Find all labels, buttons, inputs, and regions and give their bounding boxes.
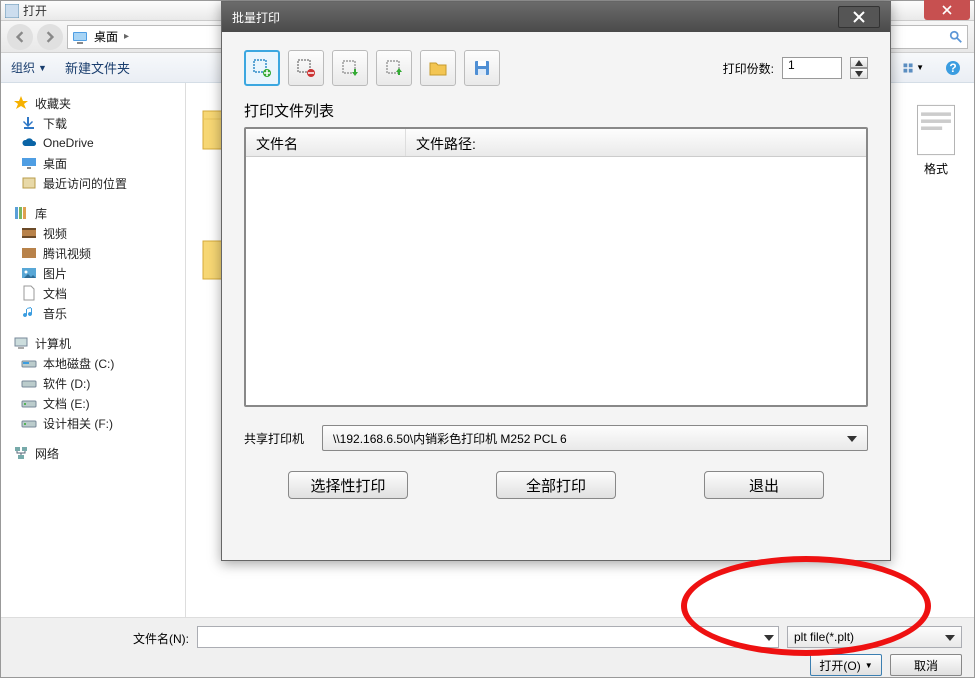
sidebar-item-drive-c[interactable]: 本地磁盘 (C:) xyxy=(9,353,183,373)
sidebar-computer-header[interactable]: 计算机 xyxy=(9,333,183,353)
desktop-icon xyxy=(72,29,88,45)
file-list[interactable]: 文件名 文件路径: xyxy=(244,127,868,407)
copies-input[interactable]: 1 xyxy=(782,57,842,79)
download-icon xyxy=(21,115,37,131)
music-icon xyxy=(21,305,37,321)
sidebar-item-videos[interactable]: 视频 xyxy=(9,223,183,243)
library-icon xyxy=(13,205,29,221)
new-folder-button[interactable]: 新建文件夹 xyxy=(65,58,130,77)
sidebar-item-drive-f[interactable]: 设计相关 (F:) xyxy=(9,413,183,433)
shared-printer-label: 共享打印机 xyxy=(244,430,304,447)
print-all-button[interactable]: 全部打印 xyxy=(496,471,616,499)
open-title: 打开 xyxy=(23,2,47,19)
chevron-down-icon xyxy=(847,431,857,445)
drive-icon xyxy=(21,415,37,431)
printer-select[interactable]: \\192.168.6.50\内销彩色打印机 M252 PCL 6 xyxy=(322,425,868,451)
svg-text:?: ? xyxy=(949,61,956,75)
sidebar-favorites-header[interactable]: 收藏夹 xyxy=(9,93,183,113)
sidebar-item-drive-d[interactable]: 软件 (D:) xyxy=(9,373,183,393)
view-options-button[interactable]: ▼ xyxy=(902,57,924,79)
selective-print-button[interactable]: 选择性打印 xyxy=(288,471,408,499)
video-icon xyxy=(21,245,37,261)
video-icon xyxy=(21,225,37,241)
copies-spinner xyxy=(850,57,868,79)
file-list-label: 打印文件列表 xyxy=(244,100,868,121)
computer-icon xyxy=(13,335,29,351)
batch-toolbar: 打印份数: 1 xyxy=(244,50,868,86)
sidebar-item-downloads[interactable]: 下载 xyxy=(9,113,183,133)
cancel-button[interactable]: 取消 xyxy=(890,654,962,676)
sidebar-item-desktop[interactable]: 桌面 xyxy=(9,153,183,173)
file-icon xyxy=(914,103,958,157)
organize-menu[interactable]: 组织 ▼ xyxy=(11,59,47,76)
chevron-down-icon xyxy=(945,630,955,644)
network-icon xyxy=(13,445,29,461)
drive-icon xyxy=(21,355,37,371)
forward-button[interactable] xyxy=(37,24,63,50)
file-item-label: 格式 xyxy=(906,160,966,177)
copies-label: 打印份数: xyxy=(723,60,774,77)
col-filename[interactable]: 文件名 xyxy=(246,129,406,156)
star-icon xyxy=(13,95,29,111)
sidebar-item-drive-e[interactable]: 文档 (E:) xyxy=(9,393,183,413)
sidebar: 收藏夹 下载 OneDrive 桌面 最近访问的位置 库 视频 腾讯视频 图片 … xyxy=(1,83,186,617)
document-icon xyxy=(21,285,37,301)
exit-button[interactable]: 退出 xyxy=(704,471,824,499)
search-icon xyxy=(949,30,963,44)
close-button[interactable] xyxy=(838,6,880,28)
batch-titlebar[interactable]: 批量打印 xyxy=(222,2,890,32)
close-button[interactable] xyxy=(924,0,970,20)
file-list-header: 文件名 文件路径: xyxy=(246,129,866,157)
tool-open-folder-button[interactable] xyxy=(420,50,456,86)
batch-title-text: 批量打印 xyxy=(232,9,280,26)
chevron-right-icon[interactable]: ▸ xyxy=(124,31,129,42)
cloud-icon xyxy=(21,135,37,151)
sidebar-network-header[interactable]: 网络 xyxy=(9,443,183,463)
filename-input[interactable] xyxy=(197,626,779,648)
printer-value: \\192.168.6.50\内销彩色打印机 M252 PCL 6 xyxy=(333,430,567,447)
breadcrumb-desktop[interactable]: 桌面 xyxy=(94,28,118,45)
sidebar-item-recent[interactable]: 最近访问的位置 xyxy=(9,173,183,193)
sidebar-item-documents[interactable]: 文档 xyxy=(9,283,183,303)
sidebar-item-pictures[interactable]: 图片 xyxy=(9,263,183,283)
sidebar-item-tencent-video[interactable]: 腾讯视频 xyxy=(9,243,183,263)
tool-save-button[interactable] xyxy=(464,50,500,86)
copies-up-button[interactable] xyxy=(850,57,868,68)
desktop-icon xyxy=(21,155,37,171)
recent-icon xyxy=(21,175,37,191)
open-footer: 文件名(N): plt file(*.plt) 打开(O)▼ 取消 xyxy=(1,617,974,677)
tool-remove-button[interactable] xyxy=(288,50,324,86)
back-button[interactable] xyxy=(7,24,33,50)
tool-add-button[interactable] xyxy=(244,50,280,86)
filename-dropdown-icon[interactable] xyxy=(764,630,774,644)
tool-down-button[interactable] xyxy=(376,50,412,86)
tool-up-button[interactable] xyxy=(332,50,368,86)
file-item-3[interactable]: 格式 xyxy=(906,103,966,177)
sidebar-item-onedrive[interactable]: OneDrive xyxy=(9,133,183,153)
picture-icon xyxy=(21,265,37,281)
open-button[interactable]: 打开(O)▼ xyxy=(810,654,882,676)
help-button[interactable]: ? xyxy=(942,57,964,79)
app-icon xyxy=(5,4,19,18)
copies-down-button[interactable] xyxy=(850,68,868,79)
filename-label: 文件名(N): xyxy=(133,630,189,647)
drive-icon xyxy=(21,375,37,391)
col-filepath[interactable]: 文件路径: xyxy=(406,129,866,156)
drive-icon xyxy=(21,395,37,411)
sidebar-libraries-header[interactable]: 库 xyxy=(9,203,183,223)
filetype-value: plt file(*.plt) xyxy=(794,630,854,644)
filetype-select[interactable]: plt file(*.plt) xyxy=(787,626,962,648)
batch-print-dialog: 批量打印 打印份数: 1 打印文件列表 文件名 文件路径: xyxy=(221,1,891,561)
sidebar-item-music[interactable]: 音乐 xyxy=(9,303,183,323)
